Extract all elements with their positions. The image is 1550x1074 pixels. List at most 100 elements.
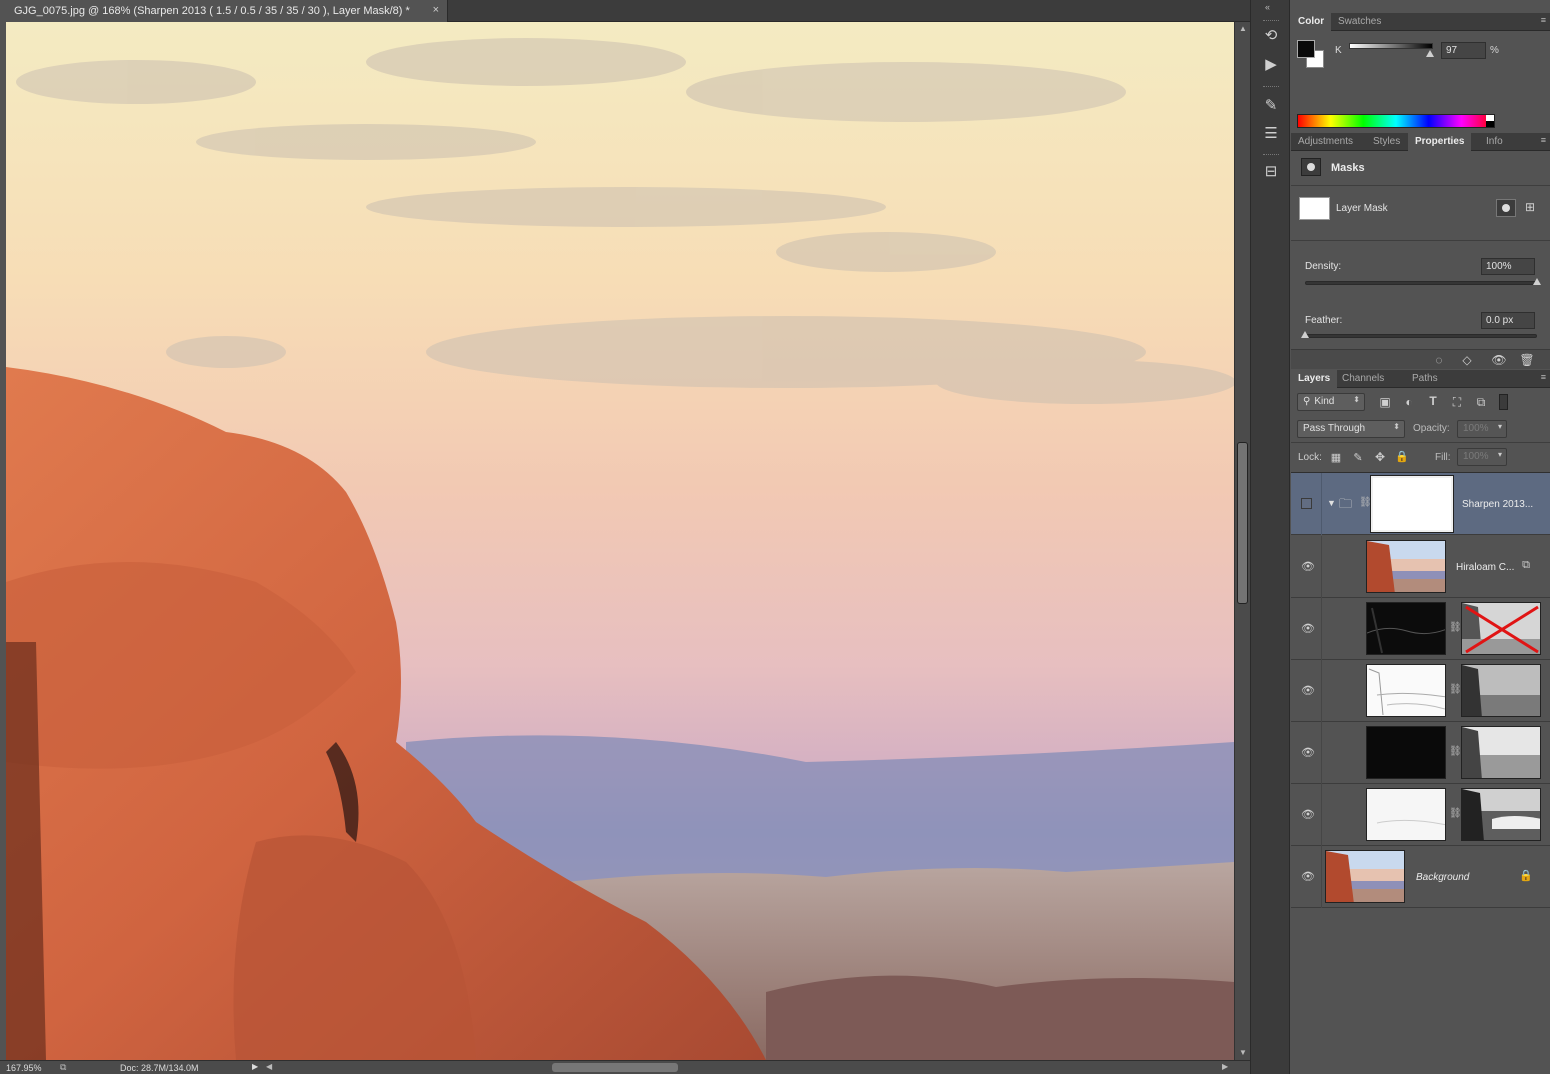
layer-row-masked[interactable]: 👁 ⛓ [1291, 784, 1550, 846]
chain-link-icon[interactable]: ⛓ [1449, 746, 1462, 757]
chevron-down-icon: ▾ [1497, 450, 1502, 459]
eye-icon[interactable]: 👁 [1301, 746, 1315, 759]
layer-row-masked[interactable]: 👁 ⛓ [1291, 722, 1550, 784]
lock-position-icon[interactable]: ✥ [1373, 450, 1387, 464]
right-panels: Color Swatches ≡ K 97 % Adjustments Styl… [1291, 0, 1550, 1074]
mask-thumbnail[interactable] [1461, 664, 1541, 717]
visibility-toggle-icon[interactable]: 👁 [1491, 353, 1507, 367]
mask-thumbnail[interactable] [1461, 726, 1541, 779]
feather-slider-track[interactable] [1305, 334, 1537, 338]
fill-field[interactable]: 100% ▾ [1457, 448, 1507, 466]
eye-icon[interactable]: 👁 [1301, 684, 1315, 697]
layer-row-smart-object[interactable]: 👁 Hiraloam C... ⧉ [1291, 536, 1550, 598]
density-slider-track[interactable] [1305, 281, 1537, 285]
dock-separator [1263, 20, 1279, 22]
brush-presets-icon[interactable]: ✎ [1261, 96, 1281, 116]
image-canvas[interactable] [6, 22, 1234, 1060]
k-slider-knob[interactable] [1426, 50, 1434, 57]
scroll-left-icon[interactable]: ◀ [266, 1062, 272, 1071]
visibility-checkbox[interactable] [1301, 498, 1312, 509]
filter-type-icon[interactable]: T [1425, 394, 1441, 408]
layer-row-masked[interactable]: 👁 ⛓ [1291, 598, 1550, 660]
foreground-color-swatch[interactable] [1297, 40, 1315, 58]
blend-mode-dropdown[interactable]: Pass Through ⬍ [1297, 420, 1405, 438]
tab-color[interactable]: Color [1291, 13, 1332, 32]
feather-field[interactable]: 0.0 px [1481, 312, 1535, 329]
tab-info[interactable]: Info [1479, 133, 1510, 151]
chain-link-icon[interactable]: ⛓ [1449, 622, 1462, 633]
horizontal-scroll-thumb[interactable] [552, 1063, 678, 1072]
filter-toggle-switch[interactable] [1499, 394, 1508, 410]
filter-adjustment-icon[interactable]: ◐ [1401, 395, 1417, 409]
vertical-scroll-thumb[interactable] [1237, 442, 1248, 604]
brush-options-icon[interactable]: ☰ [1261, 124, 1281, 144]
scroll-right-icon[interactable]: ▶ [1222, 1062, 1228, 1071]
tab-layers[interactable]: Layers [1291, 370, 1338, 389]
filter-kind-dropdown[interactable]: ⚲ Kind ⬍ [1297, 393, 1365, 411]
lock-all-icon[interactable]: 🔒 [1395, 450, 1409, 463]
layer-name[interactable]: Hiraloam C... [1456, 562, 1514, 573]
dock-separator [1263, 86, 1279, 88]
collapse-dock-icon[interactable]: « [1265, 2, 1270, 12]
status-export-icon[interactable]: ⧉ [60, 1062, 66, 1073]
density-slider-knob[interactable] [1533, 278, 1541, 285]
opacity-field[interactable]: 100% ▾ [1457, 420, 1507, 438]
status-bar: 167.95% ⧉ Doc: 28.7M/134.0M ▶ ◀ ▶ [0, 1060, 1250, 1074]
eye-icon[interactable]: 👁 [1301, 870, 1315, 883]
panel-menu-icon[interactable]: ≡ [1541, 135, 1546, 145]
tab-styles[interactable]: Styles [1366, 133, 1407, 151]
eye-icon[interactable]: 👁 [1301, 622, 1315, 635]
layer-thumbnail [1366, 540, 1446, 593]
eye-icon[interactable]: 👁 [1301, 808, 1315, 821]
mask-thumbnail[interactable] [1461, 788, 1541, 841]
filter-pixel-icon[interactable]: ▣ [1377, 395, 1393, 409]
close-icon[interactable]: × [433, 4, 439, 16]
add-vector-mask-icon[interactable]: ⊞ [1521, 200, 1539, 214]
layer-name[interactable]: Sharpen 2013... [1462, 499, 1533, 510]
delete-mask-icon[interactable]: 🗑 [1519, 353, 1535, 367]
history-icon[interactable]: ⟲ [1261, 26, 1281, 46]
vertical-scrollbar[interactable]: ▲ ▼ [1234, 22, 1250, 1060]
tab-channels[interactable]: Channels [1335, 370, 1391, 388]
density-field[interactable]: 100% [1481, 258, 1535, 275]
layer-row-group[interactable]: ▼ 🗀 ⛓ Sharpen 2013... [1291, 473, 1550, 535]
color-spectrum-ramp[interactable] [1297, 114, 1495, 128]
panel-menu-icon[interactable]: ≡ [1541, 372, 1546, 382]
k-value-field[interactable]: 97 [1441, 42, 1486, 59]
expand-chevron-icon[interactable]: ▼ [1327, 498, 1336, 508]
actions-play-icon[interactable]: ▶ [1261, 55, 1281, 75]
tab-swatches[interactable]: Swatches [1331, 13, 1388, 31]
chain-link-icon[interactable]: ⛓ [1449, 808, 1462, 819]
panel-menu-icon[interactable]: ≡ [1541, 15, 1546, 25]
layer-row-background[interactable]: 👁 Background 🔒 [1291, 846, 1550, 908]
tab-adjustments[interactable]: Adjustments [1291, 133, 1360, 151]
load-selection-icon[interactable]: ◌ [1431, 353, 1447, 367]
scroll-up-icon[interactable]: ▲ [1239, 24, 1247, 33]
lock-image-icon[interactable]: ✎ [1351, 451, 1365, 464]
chain-link-icon[interactable]: ⛓ [1359, 497, 1372, 508]
tab-properties[interactable]: Properties [1408, 133, 1472, 152]
select-pixel-mask-icon[interactable] [1496, 199, 1516, 217]
zoom-level[interactable]: 167.95% [6, 1063, 42, 1073]
group-mask-thumbnail[interactable] [1370, 475, 1454, 533]
apply-mask-icon[interactable]: ◇ [1459, 353, 1475, 367]
k-slider-track[interactable] [1349, 43, 1433, 49]
filter-smart-object-icon[interactable]: ⧉ [1473, 395, 1489, 410]
clone-source-icon[interactable]: ⊟ [1261, 162, 1281, 182]
feather-slider-knob[interactable] [1301, 331, 1309, 338]
layers-empty-area [1291, 909, 1550, 1074]
filter-shape-icon[interactable]: ⛶ [1449, 395, 1465, 410]
scroll-down-icon[interactable]: ▼ [1239, 1048, 1247, 1057]
opacity-label: Opacity: [1413, 423, 1450, 434]
tab-paths[interactable]: Paths [1405, 370, 1445, 388]
layer-row-masked[interactable]: 👁 ⛓ [1291, 660, 1550, 722]
mask-thumbnail-disabled[interactable] [1461, 602, 1541, 655]
document-tab[interactable]: GJG_0075.jpg @ 168% (Sharpen 2013 ( 1.5 … [0, 0, 448, 22]
lock-transparent-icon[interactable]: ▦ [1329, 451, 1343, 464]
chain-link-icon[interactable]: ⛓ [1449, 684, 1462, 695]
feather-label: Feather: [1305, 315, 1343, 326]
fill-label: Fill: [1435, 452, 1451, 463]
status-menu-arrow-icon[interactable]: ▶ [252, 1062, 258, 1071]
eye-icon[interactable]: 👁 [1301, 560, 1315, 573]
layer-name[interactable]: Background [1416, 872, 1469, 883]
